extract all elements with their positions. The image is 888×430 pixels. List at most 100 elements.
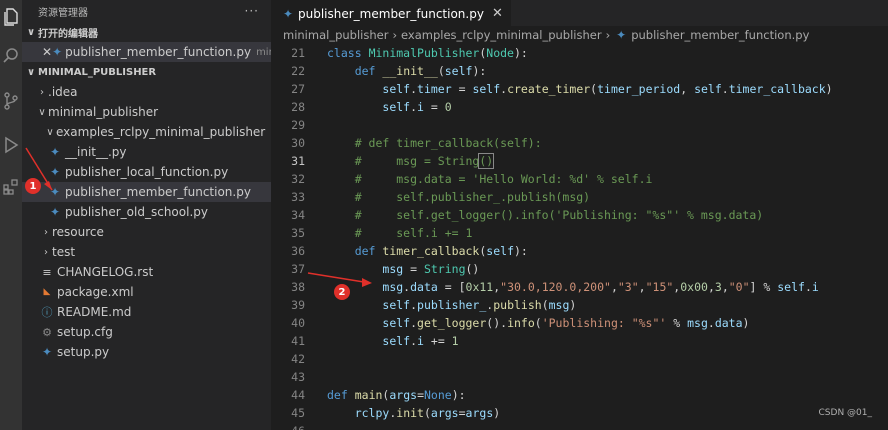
line-number: 39 <box>291 298 305 312</box>
tree-item-label: package.xml <box>57 285 134 299</box>
tree-item-member-function[interactable]: publisher_member_function.py <box>22 182 271 202</box>
explorer-header: 资源管理器 ··· <box>22 0 271 22</box>
explorer-icon[interactable] <box>0 6 22 28</box>
tree-item-label: publisher_old_school.py <box>65 205 208 219</box>
tree-item-test[interactable]: › test <box>22 242 271 262</box>
tree-item-local-function[interactable]: publisher_local_function.py <box>22 162 271 182</box>
tree-item-label: README.md <box>57 305 132 319</box>
python-file-icon <box>614 28 628 42</box>
open-editor-filename: publisher_member_function.py <box>65 45 252 59</box>
code-line: 39 self.publisher_.publish(msg) <box>271 296 888 314</box>
extensions-icon[interactable] <box>0 176 22 198</box>
open-editors-section[interactable]: ∨ 打开的编辑器 <box>22 22 271 42</box>
tree-item-init[interactable]: __init__.py <box>22 142 271 162</box>
breadcrumb-item[interactable]: examples_rclpy_minimal_publisher <box>401 28 602 42</box>
chevron-down-icon: ∨ <box>26 66 36 78</box>
tree-item-label: test <box>52 245 76 259</box>
info-icon: ⓘ <box>41 306 53 319</box>
tree-item-label: CHANGELOG.rst <box>57 265 154 279</box>
gear-icon: ⚙ <box>42 325 52 339</box>
code-editor[interactable]: 21 class MinimalPublisher(Node): 22 def _… <box>271 44 888 430</box>
line-number: 35 <box>291 226 305 240</box>
close-icon[interactable]: ✕ <box>492 6 503 21</box>
tree-item-examples[interactable]: ∨ examples_rclpy_minimal_publisher <box>22 122 271 142</box>
line-number: 21 <box>291 46 305 60</box>
tree-item-changelog[interactable]: ≡ CHANGELOG.rst <box>22 262 271 282</box>
tree-item-setup-cfg[interactable]: ⚙ setup.cfg <box>22 322 271 342</box>
chevron-right-icon: › <box>40 86 44 98</box>
project-section[interactable]: ∨ MINIMAL_PUBLISHER <box>22 62 271 82</box>
code-line: 28 self.i = 0 <box>271 98 888 116</box>
python-file-icon <box>281 7 295 21</box>
line-number: 27 <box>291 82 305 96</box>
code-text: def timer_callback(self): <box>354 244 528 258</box>
code-line: 35 # self.i += 1 <box>271 224 888 242</box>
line-number: 45 <box>291 406 305 420</box>
open-editor-item[interactable]: ✕ publisher_member_function.py minimal_.… <box>22 42 271 62</box>
tree-item-label: __init__.py <box>65 145 127 159</box>
code-text: self.publisher_.publish(msg) <box>382 298 577 312</box>
tree-item-setup-py[interactable]: setup.py <box>22 342 271 362</box>
tree-item-resource[interactable]: › resource <box>22 222 271 242</box>
code-text: # self.publisher_.publish(msg) <box>354 190 591 204</box>
code-text: def main(args=None): <box>327 388 466 402</box>
code-line: 37 msg = String() <box>271 260 888 278</box>
tree-item-old-school[interactable]: publisher_old_school.py <box>22 202 271 222</box>
tree-item-minimal-publisher[interactable]: ∨ minimal_publisher <box>22 102 271 122</box>
code-text: rclpy.init(args=args) <box>354 406 501 420</box>
breadcrumb-item[interactable]: publisher_member_function.py <box>631 28 809 42</box>
line-number: 42 <box>291 352 305 366</box>
code-line: 43 <box>271 368 888 386</box>
code-text: msg = String() <box>382 262 480 276</box>
code-line: 30 # def timer_callback(self): <box>271 134 888 152</box>
close-icon[interactable]: ✕ <box>42 45 52 59</box>
more-actions-icon[interactable]: ··· <box>245 4 259 18</box>
tree-item-readme[interactable]: ⓘ README.md <box>22 302 271 322</box>
line-number: 43 <box>291 370 305 384</box>
watermark: CSDN @01_ <box>818 408 872 418</box>
chevron-down-icon: ∨ <box>26 26 36 38</box>
tree-item-label: publisher_local_function.py <box>65 165 229 179</box>
line-number: 44 <box>291 388 305 402</box>
tree-item-idea[interactable]: › .idea <box>22 82 271 102</box>
chevron-down-icon: ∨ <box>38 106 46 118</box>
tab-bar: publisher_member_function.py ✕ <box>271 0 888 26</box>
line-number: 40 <box>291 316 305 330</box>
code-text: # msg = String() <box>354 153 495 169</box>
run-debug-icon[interactable] <box>0 134 22 156</box>
code-text: self.i += 1 <box>382 334 459 348</box>
code-line: 21 class MinimalPublisher(Node): <box>271 44 888 62</box>
line-number: 31 <box>291 154 305 168</box>
code-text: def __init__(self): <box>354 64 487 78</box>
tree-item-label: .idea <box>48 85 78 99</box>
code-line: 45 rclpy.init(args=args) <box>271 404 888 422</box>
code-text: # self.i += 1 <box>354 226 473 240</box>
open-editors-label: 打开的编辑器 <box>38 28 98 40</box>
tree-item-package-xml[interactable]: ◣ package.xml <box>22 282 271 302</box>
code-text: # msg.data = 'Hello World: %d' % self.i <box>354 172 653 186</box>
source-control-icon[interactable] <box>0 90 22 112</box>
python-file-icon <box>40 345 54 359</box>
annotation-badge-1: 1 <box>25 178 41 194</box>
search-icon[interactable] <box>0 44 22 66</box>
code-line: 32 # msg.data = 'Hello World: %d' % self… <box>271 170 888 188</box>
code-line: 40 self.get_logger().info('Publishing: "… <box>271 314 888 332</box>
text-file-icon: ≡ <box>42 265 52 279</box>
line-number: 34 <box>291 208 305 222</box>
code-line: 44 def main(args=None): <box>271 386 888 404</box>
python-file-icon <box>48 185 62 199</box>
breadcrumb-item[interactable]: minimal_publisher <box>283 28 388 42</box>
tab-label: publisher_member_function.py <box>298 6 484 21</box>
line-number: 37 <box>291 262 305 276</box>
python-file-icon <box>48 205 62 219</box>
tab-publisher-member-function[interactable]: publisher_member_function.py ✕ <box>271 0 511 26</box>
code-line: 38 msg.data = [0x11,"30.0,120.0,200","3"… <box>271 278 888 296</box>
tree-item-label: setup.cfg <box>57 325 113 339</box>
activity-bar <box>0 0 22 430</box>
line-number: 46 <box>271 422 305 430</box>
explorer-sidebar: 资源管理器 ··· ∨ 打开的编辑器 ✕ publisher_member_fu… <box>22 0 271 430</box>
line-number: 32 <box>291 172 305 186</box>
tree-item-label: examples_rclpy_minimal_publisher <box>56 125 266 139</box>
code-line: 33 # self.publisher_.publish(msg) <box>271 188 888 206</box>
line-number: 22 <box>291 64 305 78</box>
